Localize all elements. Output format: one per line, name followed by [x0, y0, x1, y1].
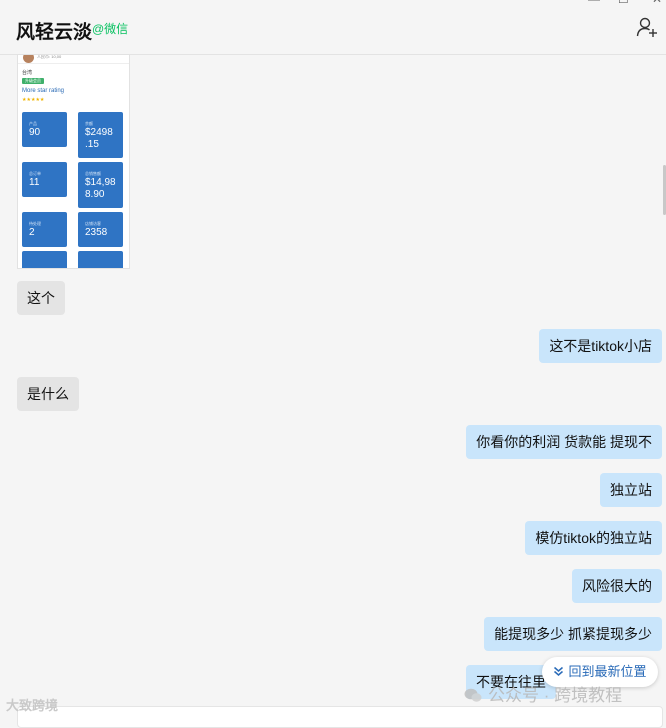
message-outgoing[interactable]: 能提现多少 抓紧提现多少 — [484, 617, 662, 651]
maximize-icon[interactable]: ☐ — [618, 0, 629, 6]
thumb-tile — [22, 251, 67, 268]
watermark-bottom-left: 大致跨境 — [6, 698, 59, 713]
wechat-source-tag: @微信 — [92, 22, 129, 36]
message-outgoing[interactable]: 模仿tiktok的独立站 — [525, 521, 662, 555]
tile-value: $2498 .15 — [85, 127, 113, 150]
message-incoming[interactable]: 是什么 — [17, 377, 79, 411]
thumb-shop-label: 台湾 — [22, 70, 33, 76]
thumb-badge: 升级会员 — [22, 78, 44, 84]
message-outgoing[interactable]: 风险很大的 — [572, 569, 662, 603]
wechat-logo-icon — [464, 688, 482, 706]
message-outgoing[interactable]: 独立站 — [600, 473, 662, 507]
watermark-right-text: 公众号 · 跨境教程 — [488, 686, 623, 705]
thumb-tile: 总销售额 $14,98 8.90 — [78, 162, 123, 208]
chat-title: 风轻云淡 — [16, 22, 93, 43]
chat-header: — ☐ ✕ 风轻云淡 @微信 — [0, 0, 666, 55]
thumb-tile: 产品 90 — [22, 112, 67, 147]
thumb-tile: 店铺访客 2358 — [78, 212, 123, 247]
watermark-right: 公众号 · 跨境教程 — [464, 681, 622, 706]
thumb-rating-label: More star rating — [22, 88, 65, 94]
close-icon[interactable]: ✕ — [652, 0, 662, 6]
message-outgoing[interactable]: 这不是tiktok小店 — [539, 329, 662, 363]
thumb-header-text: 人民币: 10,00 — [37, 54, 62, 59]
tile-value: 2358 — [85, 227, 108, 238]
image-message[interactable]: 人民币: 10,00 台湾 升级会员 More star rating ★★★★… — [17, 54, 130, 269]
thumb-tile: 总订单 11 — [22, 162, 67, 197]
minimize-icon[interactable]: — — [588, 0, 600, 6]
add-user-icon[interactable] — [636, 16, 658, 38]
thumb-avatar — [23, 55, 34, 63]
tile-value: $14,98 8.90 — [85, 177, 116, 200]
thumb-tile — [78, 251, 123, 268]
message-incoming[interactable]: 这个 — [17, 281, 65, 315]
tile-value: 11 — [29, 177, 40, 188]
thumb-stars: ★★★★★ — [22, 97, 45, 103]
tile-value: 2 — [29, 227, 35, 238]
message-input[interactable] — [17, 706, 663, 728]
thumb-tile: 余额 $2498 .15 — [78, 112, 123, 158]
thumb-header: 人民币: 10,00 — [18, 55, 129, 64]
tile-value: 90 — [29, 127, 41, 138]
back-to-latest-label: 回到最新位置 — [568, 664, 647, 679]
message-outgoing[interactable]: 你看你的利润 货款能 提现不 — [466, 425, 662, 459]
thumb-tile: 待处理 2 — [22, 212, 67, 247]
